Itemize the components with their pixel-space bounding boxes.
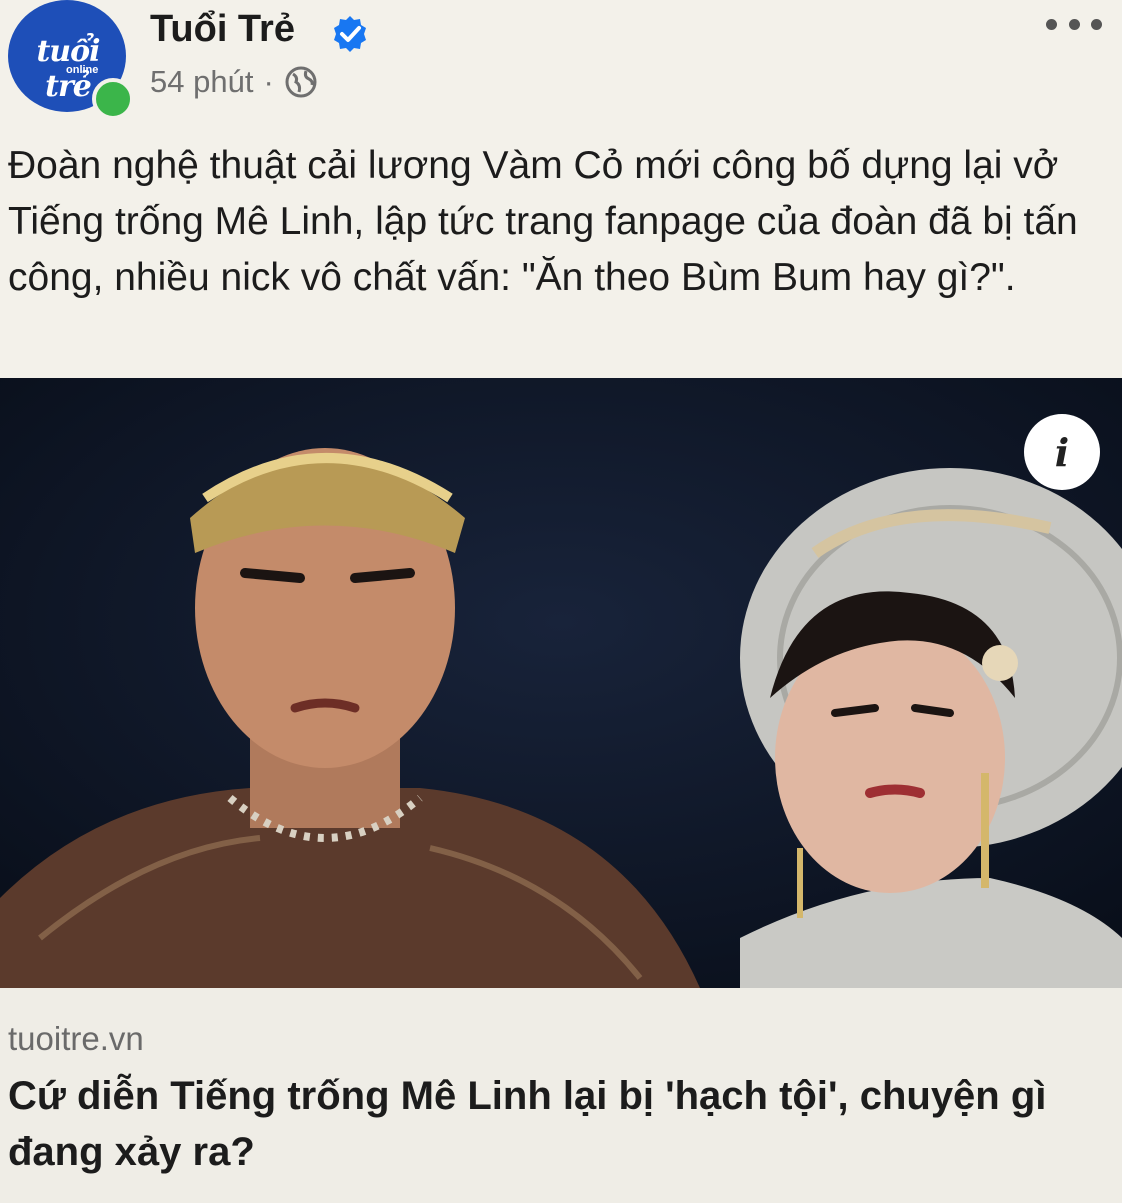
link-preview-image[interactable] <box>0 378 1122 988</box>
more-dot <box>1046 18 1057 30</box>
meta-separator: · <box>263 64 274 99</box>
globe-icon <box>285 66 317 98</box>
page-avatar[interactable]: tuổi trẻ online <box>8 0 134 120</box>
avatar-logo-sub: online <box>66 64 99 76</box>
post-meta: 54 phút · <box>150 64 318 100</box>
more-options-icon[interactable] <box>1046 14 1102 34</box>
more-dot <box>1091 18 1102 30</box>
online-status-dot <box>92 78 134 120</box>
link-domain: tuoitre.vn <box>8 1020 144 1057</box>
post-header: tuổi trẻ online Tuổi Trẻ 54 phút · <box>0 0 1122 125</box>
verified-badge-icon <box>334 16 366 52</box>
theatre-photo <box>0 378 1122 988</box>
page-name[interactable]: Tuổi Trẻ <box>150 8 295 51</box>
post-text: Đoàn nghệ thuật cải lương Vàm Cỏ mới côn… <box>8 144 1078 299</box>
link-title[interactable]: Cứ diễn Tiếng trống Mê Linh lại bị 'hạch… <box>8 1068 1108 1180</box>
more-dot <box>1068 18 1080 30</box>
info-icon[interactable]: i <box>1024 414 1100 490</box>
post-time[interactable]: 54 phút <box>150 64 253 100</box>
